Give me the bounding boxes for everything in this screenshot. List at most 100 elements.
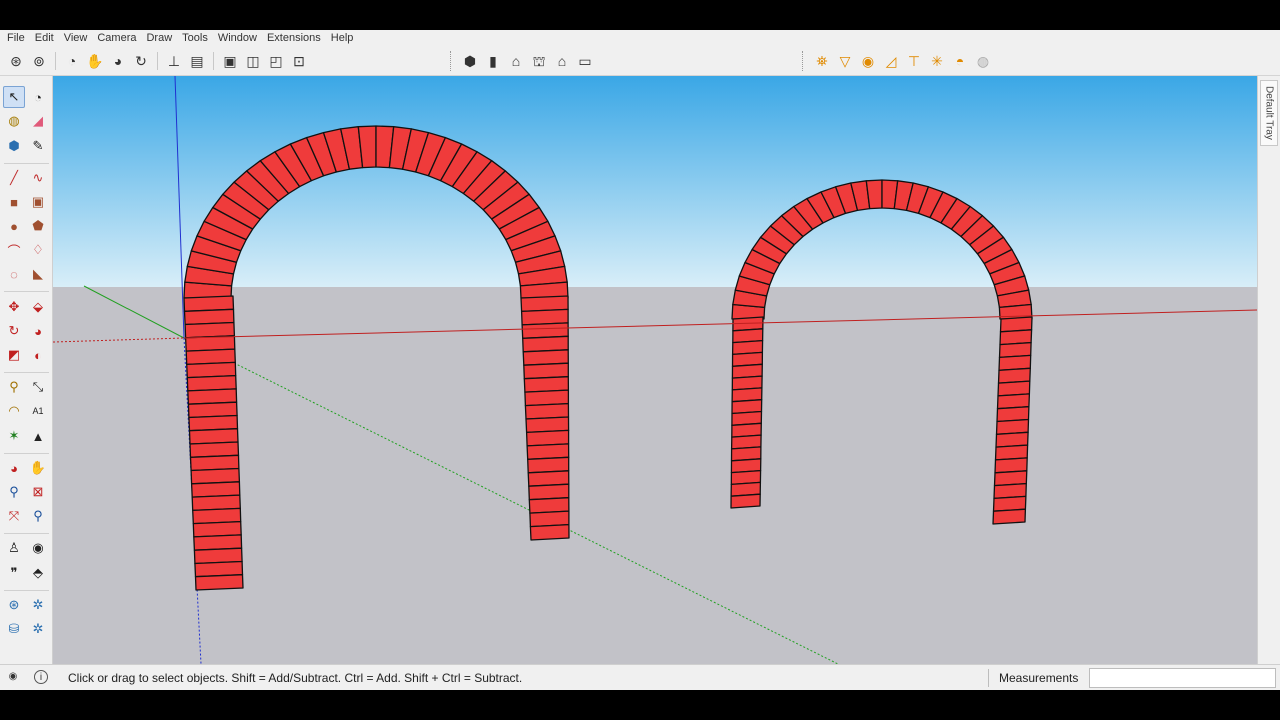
sandbox-icon[interactable]: ◓ [950, 51, 970, 71]
status-bar: ◉ i Click or drag to select objects. Shi… [0, 664, 1280, 690]
orbit-tool-icon[interactable]: ◔ [27, 86, 49, 108]
rectangle-icon[interactable]: ■ [3, 191, 25, 213]
back-view-icon[interactable]: ⌂ [552, 51, 572, 71]
orbit-nav-icon[interactable]: ◕ [3, 457, 25, 479]
arc-icon[interactable]: ⌒ [3, 239, 25, 261]
iso-view-icon[interactable]: ⬢ [460, 51, 480, 71]
orbit-icon[interactable]: ◔ [62, 51, 82, 71]
sun-icon[interactable]: ◉ [858, 51, 878, 71]
menu-view[interactable]: View [59, 30, 93, 46]
palette-separator [4, 291, 49, 292]
dimension-icon[interactable]: ⤡ [27, 376, 49, 398]
line-icon[interactable]: ╱ [3, 167, 25, 189]
zoom-extents-icon[interactable]: ↻ [131, 51, 151, 71]
default-tray-tab[interactable]: Default Tray [1260, 80, 1278, 146]
3d-warehouse-icon[interactable]: ⊛ [3, 594, 25, 616]
brick [529, 523, 570, 541]
text-icon[interactable]: A1 [27, 400, 49, 422]
pan-icon[interactable]: ✋ [85, 51, 105, 71]
previous-view-icon[interactable]: ⚲ [27, 505, 49, 527]
circle-icon[interactable]: ● [3, 215, 25, 237]
move-icon[interactable]: ✥ [3, 296, 25, 318]
top-view-icon[interactable]: ▮ [483, 51, 503, 71]
modeling-viewport[interactable] [53, 76, 1257, 664]
zoom-nav-icon[interactable]: ⚲ [3, 481, 25, 503]
disabled-icon[interactable]: ◍ [973, 51, 993, 71]
extension-warehouse-icon[interactable]: ✲ [27, 594, 49, 616]
shadow-settings-icon[interactable]: ⛯ [812, 51, 832, 71]
xray-icon[interactable]: ▣ [220, 51, 240, 71]
right-view-icon[interactable]: ⛫ [529, 51, 549, 71]
measurements-input[interactable] [1089, 668, 1276, 688]
section-fill-icon[interactable]: ▤ [187, 51, 207, 71]
three-point-arc-icon[interactable]: ◣ [27, 263, 49, 285]
status-hint: Click or drag to select objects. Shift =… [68, 671, 523, 685]
look-around-icon[interactable]: ◉ [27, 537, 49, 559]
menu-tools[interactable]: Tools [177, 30, 213, 46]
eraser-icon[interactable]: ◢ [27, 110, 49, 132]
toolbar-grip[interactable] [802, 51, 806, 71]
pencil-icon[interactable]: ✎ [27, 135, 49, 157]
rotate-icon[interactable]: ↻ [3, 320, 25, 342]
geo-location-icon[interactable]: ◉ [6, 670, 20, 684]
left-view-icon[interactable]: ▭ [575, 51, 595, 71]
menu-draw[interactable]: Draw [141, 30, 177, 46]
select-icon[interactable]: ↖ [3, 86, 25, 108]
follow-me-icon[interactable]: ◕ [27, 320, 49, 342]
offset-icon[interactable]: ◐ [27, 344, 49, 366]
scene-canvas[interactable] [53, 76, 1257, 664]
front-view-icon[interactable]: ⌂ [506, 51, 526, 71]
instructor-info-icon[interactable]: i [34, 670, 48, 684]
getting-started-toolbar: ⊛ ⊚ ◔ ✋ ◕ ↻ ⊥ ▤ ▣ ◫ ◰ ⊡ [6, 50, 309, 72]
brick [194, 574, 244, 591]
toolbar-grip[interactable] [450, 51, 454, 71]
zoom-extents-nav-icon[interactable]: ⤧ [3, 505, 25, 527]
section-plane-icon[interactable]: ⊥ [164, 51, 184, 71]
pan-nav-icon[interactable]: ✋ [27, 457, 49, 479]
component-icon[interactable]: ⬢ [3, 135, 25, 157]
pie-icon[interactable]: ◌ [3, 263, 25, 285]
brick [730, 493, 761, 509]
zoom-window-icon[interactable]: ⊠ [27, 481, 49, 503]
zoom-icon[interactable]: ◕ [108, 51, 128, 71]
paint-bucket-icon[interactable]: ◍ [3, 110, 25, 132]
default-tray-label: Default Tray [1263, 86, 1275, 140]
section-plane-tool-icon[interactable]: ⬘ [27, 562, 49, 584]
wireframe-icon[interactable]: ◰ [266, 51, 286, 71]
menu-help[interactable]: Help [326, 30, 359, 46]
axes-tool-icon[interactable]: ✶ [3, 425, 25, 447]
menu-camera[interactable]: Camera [92, 30, 141, 46]
tape-icon[interactable]: ⊤ [904, 51, 924, 71]
menu-window[interactable]: Window [213, 30, 262, 46]
angle-icon[interactable]: ◿ [881, 51, 901, 71]
3d-text-icon[interactable]: ▲ [27, 425, 49, 447]
outliner-icon[interactable]: ⊚ [29, 51, 49, 71]
model-info-icon[interactable]: ⊛ [6, 51, 26, 71]
fog-icon[interactable]: ▽ [835, 51, 855, 71]
lock-icon[interactable]: ⊡ [289, 51, 309, 71]
protractor-icon[interactable]: ◠ [3, 400, 25, 422]
position-camera-icon[interactable]: ♙ [3, 537, 25, 559]
menu-edit[interactable]: Edit [30, 30, 59, 46]
bottom-letterbox [0, 690, 1280, 720]
polygon-icon[interactable]: ⬟ [27, 215, 49, 237]
freehand-icon[interactable]: ∿ [27, 167, 49, 189]
top-toolbar: ⊛ ⊚ ◔ ✋ ◕ ↻ ⊥ ▤ ▣ ◫ ◰ ⊡ ⬢ ▮ ⌂ ⛫ ⌂ ▭ ⛯ ▽ … [0, 46, 1280, 76]
menu-bar: File Edit View Camera Draw Tools Window … [0, 30, 1280, 46]
back-edges-icon[interactable]: ◫ [243, 51, 263, 71]
palette-separator [4, 163, 49, 164]
toolbar-separator [213, 52, 214, 70]
extension-manager-icon[interactable]: ✲ [27, 618, 49, 640]
two-point-arc-icon[interactable]: ♢ [27, 239, 49, 261]
scale-icon[interactable]: ◩ [3, 344, 25, 366]
menu-file[interactable]: File [2, 30, 30, 46]
rotated-rectangle-icon[interactable]: ▣ [27, 191, 49, 213]
walk-icon[interactable]: ❞ [3, 562, 25, 584]
axes-icon[interactable]: ✳ [927, 51, 947, 71]
layout-icon[interactable]: ⛁ [3, 618, 25, 640]
menu-extensions[interactable]: Extensions [262, 30, 326, 46]
palette-separator [4, 590, 49, 591]
tape-measure-icon[interactable]: ⚲ [3, 376, 25, 398]
push-pull-icon[interactable]: ⬙ [27, 296, 49, 318]
status-divider [988, 669, 989, 687]
